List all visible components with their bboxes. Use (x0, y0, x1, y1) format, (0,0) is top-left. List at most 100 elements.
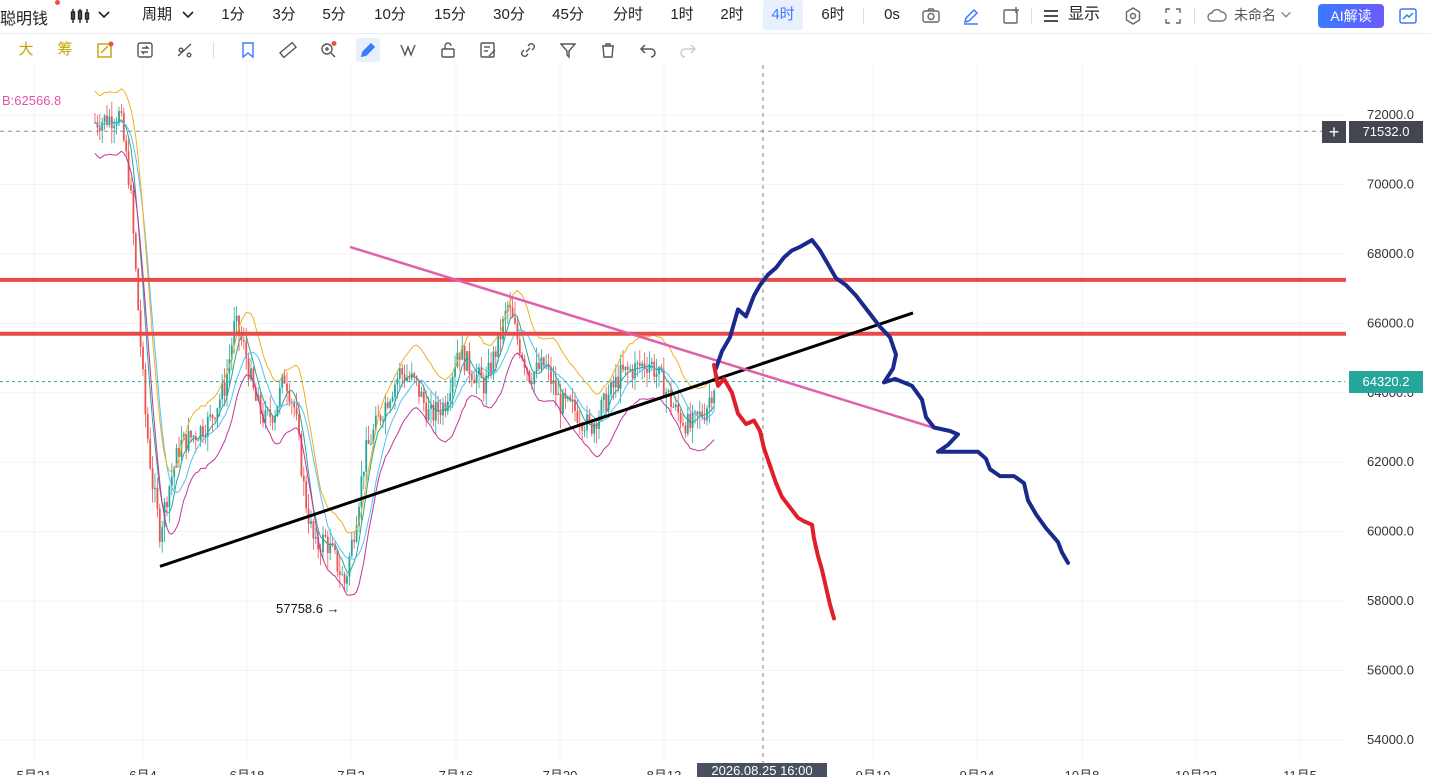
measure-icon[interactable] (173, 38, 197, 62)
candle-body (418, 379, 420, 397)
brand-name[interactable]: 聪明钱 (0, 5, 48, 29)
interval-2h[interactable]: 2时 (716, 0, 748, 30)
candle-body (166, 501, 168, 508)
candle-body (391, 396, 394, 402)
candle-body (386, 402, 389, 408)
candle-body (641, 363, 644, 367)
interval-1h[interactable]: 1时 (666, 0, 698, 30)
interval-30m[interactable]: 30分 (489, 0, 529, 30)
edit-grid-icon[interactable] (93, 38, 117, 62)
candle-body (343, 574, 346, 584)
interval-15m[interactable]: 15分 (430, 0, 470, 30)
trash-icon[interactable] (596, 38, 620, 62)
candlestick-icon[interactable] (70, 7, 90, 27)
camera-icon[interactable] (921, 6, 941, 26)
candle-body (341, 574, 344, 576)
candle-body (187, 430, 190, 451)
display-menu[interactable]: 显示 (1064, 0, 1104, 30)
price-chart[interactable]: 72000.070000.068000.066000.064000.062000… (0, 65, 1431, 775)
ma-short-line (94, 118, 715, 574)
chips-indicator-button[interactable]: 筹 (53, 38, 77, 62)
undo-icon[interactable] (636, 38, 660, 62)
menu-icon[interactable] (1043, 8, 1063, 28)
interval-1m[interactable]: 1分 (218, 0, 248, 30)
link-icon[interactable] (516, 38, 540, 62)
candle-body (218, 399, 221, 409)
pencil-icon[interactable] (961, 6, 981, 26)
add-window-icon[interactable] (1001, 6, 1021, 26)
descending-trendline (349, 245, 936, 430)
candle-body (677, 404, 680, 413)
candle-body (271, 417, 274, 423)
price-tick-label: 62000.0 (1367, 454, 1414, 469)
candle-body (139, 310, 142, 347)
candle-body (427, 408, 430, 421)
settings-icon[interactable] (1123, 6, 1143, 26)
price-tick-label: 68000.0 (1367, 246, 1414, 261)
interval-3m[interactable]: 3分 (268, 0, 300, 30)
price-tick-label: 54000.0 (1367, 732, 1414, 747)
trend-chart-icon[interactable] (1398, 6, 1418, 26)
chevron-down-icon[interactable] (1279, 8, 1299, 28)
candle-body (655, 373, 658, 377)
candle-body (214, 417, 216, 420)
add-alert-icon[interactable]: + (1322, 121, 1346, 143)
drawing-overlays[interactable] (0, 65, 1346, 765)
candle-body (408, 377, 411, 379)
chevron-down-icon[interactable] (180, 7, 200, 27)
candle-body (125, 140, 128, 152)
fullscreen-icon[interactable] (1163, 6, 1183, 26)
candle-body (514, 317, 516, 324)
candle-body (120, 111, 123, 113)
chevron-down-icon[interactable] (96, 7, 116, 27)
countdown-seconds[interactable]: 0s (878, 0, 906, 30)
candle-body (494, 351, 497, 357)
zoom-in-icon[interactable] (316, 38, 340, 62)
candle-body (696, 411, 699, 415)
date-tick-label: 9月10 (856, 768, 891, 775)
date-tick-label: 10月22 (1175, 768, 1217, 775)
candle-body (168, 486, 171, 508)
candle-body (626, 366, 629, 370)
period-menu[interactable]: 周期 (137, 0, 177, 30)
divider (213, 42, 214, 58)
magnet-icon[interactable] (396, 38, 420, 62)
edit-note-icon[interactable] (476, 38, 500, 62)
cloud-icon[interactable] (1207, 7, 1227, 27)
crosshair-price-tag: 71532.0 (1349, 121, 1423, 143)
candle-body (713, 390, 716, 404)
candle-body (622, 364, 624, 370)
bookmark-icon[interactable] (236, 38, 260, 62)
ruler-icon[interactable] (276, 38, 300, 62)
candle-body (398, 368, 401, 379)
interval-10m[interactable]: 10分 (370, 0, 410, 30)
lock-icon[interactable] (436, 38, 460, 62)
candle-body (338, 571, 341, 575)
divider (1194, 8, 1195, 24)
ai-interpret-button[interactable]: AI解读 (1318, 4, 1384, 28)
interval-timeshare[interactable]: 分时 (608, 0, 648, 30)
draw-pen-icon[interactable] (356, 38, 380, 62)
candle-body (691, 412, 694, 428)
candle-body (614, 376, 617, 388)
interval-45m[interactable]: 45分 (548, 0, 588, 30)
interval-6h[interactable]: 6时 (817, 0, 849, 30)
major-indicator-button[interactable]: 大 (14, 38, 38, 62)
redo-icon[interactable] (676, 38, 700, 62)
interval-5m[interactable]: 5分 (318, 0, 350, 30)
price-tick-label: 70000.0 (1367, 176, 1414, 191)
candle-body (209, 414, 212, 417)
candle-body (451, 376, 454, 394)
layout-name[interactable]: 未命名 (1230, 0, 1280, 30)
chart-grid (0, 65, 1345, 760)
divider (1031, 8, 1032, 24)
filter-icon[interactable] (556, 38, 580, 62)
candle-body (130, 184, 132, 191)
refresh-icon[interactable] (133, 38, 157, 62)
candle-body (211, 414, 214, 418)
candle-body (235, 315, 238, 322)
interval-4h[interactable]: 4时 (763, 0, 803, 30)
candle-body (108, 116, 111, 126)
candle-body (310, 521, 312, 524)
candle-body (466, 351, 468, 371)
